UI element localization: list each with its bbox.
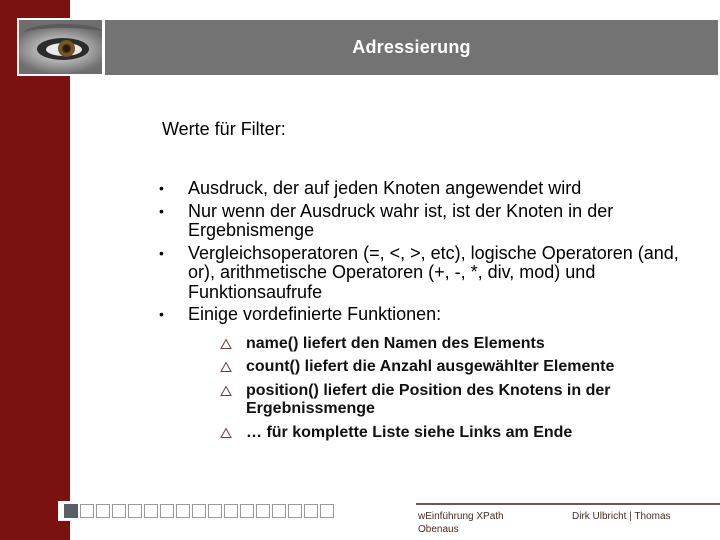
slide-square[interactable]	[128, 504, 142, 518]
triangle-outline-icon	[220, 337, 232, 349]
triangle-outline-icon	[220, 361, 232, 372]
sub-bullet-item: name() liefert den Namen des Elements	[220, 335, 682, 354]
sub-bullet-text: … für komplette Liste siehe Links am End…	[246, 423, 573, 441]
left-accent-strip	[0, 0, 70, 540]
footer-course-title-line1: wEinführung XPath	[418, 511, 504, 522]
bullet-item: • Einige vordefinierte Funktionen: name(…	[159, 304, 682, 443]
bullet-icon: •	[159, 202, 164, 219]
slide-square[interactable]	[160, 504, 174, 518]
bullet-text: Nur wenn der Ausdruck wahr ist, ist der …	[188, 200, 614, 240]
bullet-item: • Nur wenn der Ausdruck wahr ist, ist de…	[159, 200, 682, 241]
footer-authors: Dirk Ulbricht | Thomas	[572, 511, 671, 522]
bullet-text: Ausdruck, der auf jeden Knoten angewende…	[188, 178, 582, 198]
slide-square[interactable]	[272, 504, 286, 518]
bullet-text: Vergleichsoperatoren (=, <, >, etc), log…	[188, 242, 679, 302]
slide-square[interactable]	[256, 504, 270, 518]
slide-square[interactable]	[224, 504, 238, 518]
bullet-text: Einige vordefinierte Funktionen:	[188, 304, 442, 324]
footer-course-title-line2: Obenaus	[418, 524, 459, 535]
content-heading: Werte für Filter:	[162, 119, 286, 139]
footer-divider	[416, 503, 720, 505]
sub-bullet-item: count() liefert die Anzahl ausgewählter …	[220, 358, 682, 377]
slide-square[interactable]	[240, 504, 254, 518]
sub-bullet-text: position() liefert die Position des Knot…	[246, 381, 611, 418]
slide-content: Werte für Filter: • Ausdruck, der auf je…	[159, 118, 682, 447]
slide-square[interactable]	[288, 504, 302, 518]
sub-bullet-item: position() liefert die Position des Knot…	[220, 382, 682, 419]
slide-square[interactable]	[192, 504, 206, 518]
triangle-outline-icon	[220, 426, 232, 438]
bullet-icon: •	[159, 180, 164, 196]
bullet-item: • Vergleichsoperatoren (=, <, >, etc), l…	[159, 242, 682, 303]
sub-bullet-text: count() liefert die Anzahl ausgewählter …	[246, 358, 615, 375]
bullet-icon: •	[159, 244, 164, 261]
slide-square[interactable]	[304, 504, 318, 518]
bullet-icon: •	[159, 306, 164, 322]
title-bar: Adressierung	[105, 20, 718, 75]
eye-image	[19, 20, 102, 74]
triangle-outline-icon	[220, 384, 232, 396]
slide-title: Adressierung	[352, 37, 471, 57]
slide-square[interactable]	[144, 504, 158, 518]
bullet-list: • Ausdruck, der auf jeden Knoten angewen…	[159, 178, 682, 443]
slide-square-current[interactable]	[64, 504, 78, 518]
slide-square[interactable]	[96, 504, 110, 518]
sub-bullet-text: name() liefert den Namen des Elements	[246, 334, 545, 352]
slide-square[interactable]	[176, 504, 190, 518]
slide-square[interactable]	[208, 504, 222, 518]
slide-square[interactable]	[320, 504, 334, 518]
sub-bullet-list: name() liefert den Namen des Elements co…	[220, 335, 682, 443]
bullet-item: • Ausdruck, der auf jeden Knoten angewen…	[159, 178, 682, 199]
slide-navigation-indicator	[58, 501, 339, 521]
footer-course-title: wEinführung XPath Obenaus	[418, 510, 558, 536]
eye-iris-shape	[58, 40, 75, 57]
slide-square[interactable]	[112, 504, 126, 518]
sub-bullet-item: … für komplette Liste siehe Links am End…	[220, 424, 682, 443]
slide-square[interactable]	[80, 504, 94, 518]
